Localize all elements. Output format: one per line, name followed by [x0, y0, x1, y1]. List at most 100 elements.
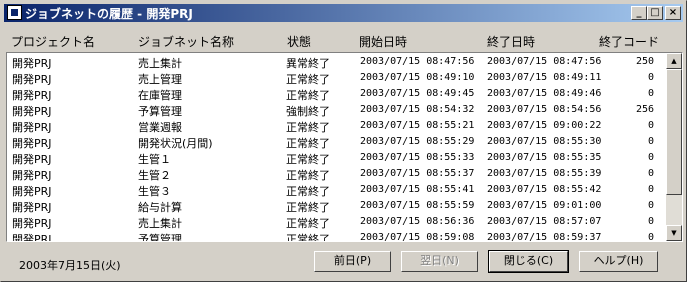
end-time-cell: 2003/07/15 08:54:56	[487, 104, 602, 115]
status-cell: 正常終了	[286, 153, 330, 166]
project-cell: 開発PRJ	[12, 105, 52, 118]
list-header: プロジェクト名 ジョブネット名称 状態 開始日時 終了日時 終了コード	[5, 31, 683, 51]
project-cell: 開発PRJ	[12, 153, 52, 166]
start-time-cell: 2003/07/15 08:54:32	[360, 104, 475, 115]
start-time-cell: 2003/07/15 08:47:56	[360, 56, 475, 67]
table-row[interactable]: 開発PRJ 売上管理 正常終了 2003/07/15 08:49:10 2003/07/…	[7, 70, 658, 86]
table-row[interactable]: 開発PRJ 予算管理 正常終了 2003/07/15 08:59:08 2003/07/…	[7, 230, 658, 242]
exit-code-cell: 0	[647, 72, 654, 83]
maximize-button[interactable]: □	[647, 6, 663, 20]
minimize-button[interactable]: _	[631, 6, 647, 20]
close-window-button[interactable]: ×	[665, 6, 681, 20]
project-cell: 開発PRJ	[12, 137, 52, 150]
status-cell: 正常終了	[286, 185, 330, 198]
exit-code-cell: 0	[647, 152, 654, 163]
jobnet-cell: 売上集計	[138, 57, 182, 70]
scroll-down-icon[interactable]: ▼	[666, 225, 682, 241]
start-time-cell: 2003/07/15 08:49:10	[360, 72, 475, 83]
close-button[interactable]: 閉じる(C)	[488, 250, 569, 273]
table-row[interactable]: 開発PRJ 給与計算 正常終了 2003/07/15 08:55:59 2003/07/…	[7, 198, 658, 214]
status-cell: 正常終了	[286, 89, 330, 102]
jobnet-cell: 給与計算	[138, 201, 182, 214]
end-time-cell: 2003/07/15 08:55:42	[487, 184, 602, 195]
status-cell: 正常終了	[286, 121, 330, 134]
table-row[interactable]: 開発PRJ 生管３ 正常終了 2003/07/15 08:55:41 2003/07/1…	[7, 182, 658, 198]
jobnet-cell: 予算管理	[138, 105, 182, 118]
jobnet-cell: 在庫管理	[138, 89, 182, 102]
end-time-cell: 2003/07/15 08:49:11	[487, 72, 602, 83]
column-header-jobnet[interactable]: ジョブネット名称	[138, 33, 234, 50]
vertical-scrollbar[interactable]: ▲ ▼	[666, 53, 682, 241]
start-time-cell: 2003/07/15 08:59:08	[360, 232, 475, 242]
history-list[interactable]: 開発PRJ 売上集計 異常終了 2003/07/15 08:47:56 2003/07/…	[6, 52, 683, 242]
next-day-button[interactable]: 翌日(N)	[401, 251, 478, 272]
start-time-cell: 2003/07/15 08:49:45	[360, 88, 475, 99]
scroll-up-icon[interactable]: ▲	[666, 53, 682, 69]
table-row[interactable]: 開発PRJ 売上集計 異常終了 2003/07/15 08:47:56 2003/07/…	[7, 54, 658, 70]
project-cell: 開発PRJ	[12, 73, 52, 86]
exit-code-cell: 0	[647, 232, 654, 242]
column-header-status[interactable]: 状態	[287, 33, 311, 50]
status-cell: 強制終了	[286, 105, 330, 118]
exit-code-cell: 0	[647, 136, 654, 147]
jobnet-cell: 売上集計	[138, 217, 182, 230]
project-cell: 開発PRJ	[12, 201, 52, 214]
table-row[interactable]: 開発PRJ 生管２ 正常終了 2003/07/15 08:55:37 2003/07/1…	[7, 166, 658, 182]
status-cell: 異常終了	[286, 57, 330, 70]
project-cell: 開発PRJ	[12, 89, 52, 102]
scroll-thumb[interactable]	[666, 69, 682, 195]
status-cell: 正常終了	[286, 201, 330, 214]
window-title: ジョブネットの履歴 - 開発PRJ	[25, 7, 193, 21]
start-time-cell: 2003/07/15 08:55:29	[360, 136, 475, 147]
status-cell: 正常終了	[286, 233, 330, 242]
jobnet-cell: 開発状況(月間)	[138, 137, 213, 150]
column-header-project[interactable]: プロジェクト名	[11, 33, 95, 50]
column-header-end[interactable]: 終了日時	[487, 33, 535, 50]
help-button[interactable]: ヘルプ(H)	[579, 251, 658, 272]
project-cell: 開発PRJ	[12, 121, 52, 134]
table-row[interactable]: 開発PRJ 在庫管理 正常終了 2003/07/15 08:49:45 2003/07/…	[7, 86, 658, 102]
project-cell: 開発PRJ	[12, 233, 52, 242]
end-time-cell: 2003/07/15 08:49:46	[487, 88, 602, 99]
exit-code-cell: 256	[635, 104, 654, 115]
jobnet-cell: 生管２	[138, 169, 171, 182]
job-history-window: ジョブネットの履歴 - 開発PRJ _ □ × プロジェクト名 ジョブネット名称…	[0, 0, 687, 282]
previous-day-button[interactable]: 前日(P)	[314, 251, 391, 272]
current-date-label: 2003年7月15日(火)	[19, 259, 121, 272]
jobnet-cell: 予算管理	[138, 233, 182, 242]
exit-code-cell: 0	[647, 168, 654, 179]
exit-code-cell: 0	[647, 120, 654, 131]
end-time-cell: 2003/07/15 08:57:07	[487, 216, 602, 227]
end-time-cell: 2003/07/15 08:55:35	[487, 152, 602, 163]
exit-code-cell: 0	[647, 200, 654, 211]
project-cell: 開発PRJ	[12, 169, 52, 182]
status-cell: 正常終了	[286, 73, 330, 86]
end-time-cell: 2003/07/15 08:55:39	[487, 168, 602, 179]
start-time-cell: 2003/07/15 08:56:36	[360, 216, 475, 227]
title-bar[interactable]: ジョブネットの履歴 - 開発PRJ _ □ ×	[4, 4, 683, 22]
end-time-cell: 2003/07/15 09:01:00	[487, 200, 602, 211]
column-header-start[interactable]: 開始日時	[359, 33, 407, 50]
table-row[interactable]: 開発PRJ 生管１ 正常終了 2003/07/15 08:55:33 2003/07/1…	[7, 150, 658, 166]
status-cell: 正常終了	[286, 217, 330, 230]
exit-code-cell: 0	[647, 216, 654, 227]
table-row[interactable]: 開発PRJ 売上集計 正常終了 2003/07/15 08:56:36 2003/07/…	[7, 214, 658, 230]
table-row[interactable]: 開発PRJ 営業週報 正常終了 2003/07/15 08:55:21 2003/07/…	[7, 118, 658, 134]
table-row[interactable]: 開発PRJ 予算管理 強制終了 2003/07/15 08:54:32 2003/07/…	[7, 102, 658, 118]
end-time-cell: 2003/07/15 09:00:22	[487, 120, 602, 131]
exit-code-cell: 0	[647, 88, 654, 99]
jobnet-cell: 売上管理	[138, 73, 182, 86]
end-time-cell: 2003/07/15 08:55:30	[487, 136, 602, 147]
jobnet-cell: 営業週報	[138, 121, 182, 134]
start-time-cell: 2003/07/15 08:55:59	[360, 200, 475, 211]
table-row[interactable]: 開発PRJ 開発状況(月間) 正常終了 2003/07/15 08:55:29 2003…	[7, 134, 658, 150]
status-cell: 正常終了	[286, 137, 330, 150]
jobnet-cell: 生管３	[138, 185, 171, 198]
jobnet-cell: 生管１	[138, 153, 171, 166]
column-header-exit-code[interactable]: 終了コード	[599, 33, 659, 50]
start-time-cell: 2003/07/15 08:55:33	[360, 152, 475, 163]
app-icon	[7, 5, 22, 20]
start-time-cell: 2003/07/15 08:55:41	[360, 184, 475, 195]
exit-code-cell: 250	[635, 56, 654, 67]
end-time-cell: 2003/07/15 08:59:37	[487, 232, 602, 242]
